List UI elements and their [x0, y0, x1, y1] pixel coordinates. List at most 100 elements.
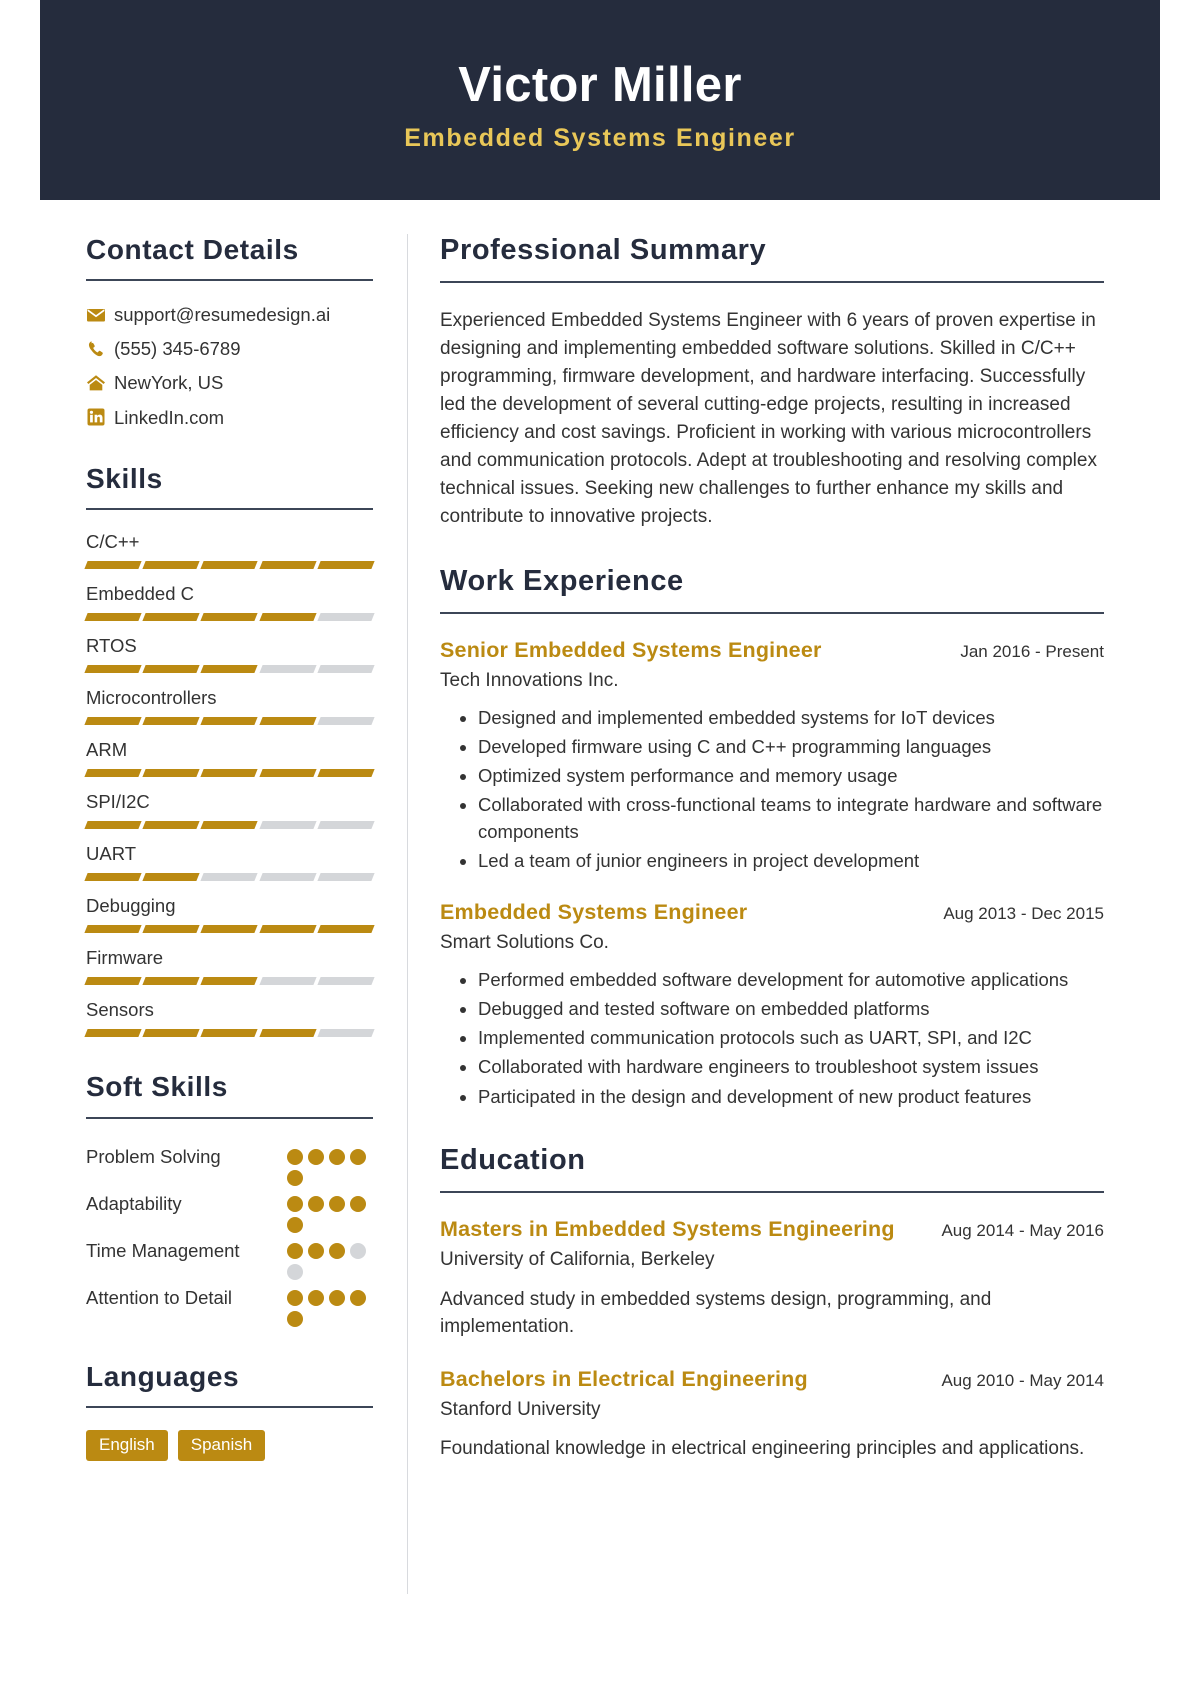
skill-name: ARM: [86, 739, 128, 761]
skill-item: Debugging: [84, 894, 375, 934]
skill-level-bar: [84, 769, 375, 778]
rating-dot: [287, 1216, 303, 1233]
contact-item-location[interactable]: NewYork, US: [86, 371, 373, 394]
list-item: Collaborated with cross-functional teams…: [478, 792, 1104, 845]
linkedin-icon: [86, 407, 114, 427]
summary-section: Professional Summary Experienced Embedde…: [440, 234, 1104, 531]
education-section: Education Masters in Embedded Systems En…: [440, 1144, 1104, 1463]
language-chip[interactable]: Spanish: [177, 1429, 266, 1462]
work-entry-bullets: Designed and implemented embedded system…: [440, 705, 1104, 875]
education-entry-description: Advanced study in embedded systems desig…: [440, 1288, 992, 1338]
skill-name: Microcontrollers: [86, 687, 217, 709]
education-entry-description: Foundational knowledge in electrical eng…: [440, 1438, 1085, 1460]
soft-skill-name: Time Management: [86, 1239, 240, 1261]
work-entry-bullets: Performed embedded software development …: [440, 967, 1104, 1110]
skill-bar-segment: [142, 769, 201, 778]
skill-bar-segment: [84, 821, 142, 830]
skill-bar-segment: [317, 925, 375, 934]
rating-dot: [350, 1289, 366, 1306]
soft-skill-name: Adaptability: [86, 1192, 182, 1214]
skill-bar-segment: [84, 717, 142, 726]
skill-level-bar: [84, 873, 375, 882]
rating-dot: [287, 1310, 303, 1327]
skill-bar-segment: [200, 821, 259, 830]
education-entry-school: University of California, Berkeley: [440, 1249, 715, 1270]
skill-level-bar: [84, 665, 375, 674]
skill-level-bar: [84, 925, 375, 934]
rating-dot: [329, 1195, 345, 1212]
education-entry-header: Bachelors in Electrical Engineering Aug 2…: [440, 1367, 1104, 1393]
contact-item-phone[interactable]: (555) 345-6789: [86, 337, 373, 360]
soft-skill-name: Attention to Detail: [86, 1286, 233, 1308]
skill-bar-segment: [258, 873, 317, 882]
work-entry: Embedded Systems Engineer Aug 2013 - Dec …: [440, 900, 1104, 1110]
contact-heading: Contact Details: [86, 234, 299, 265]
section-divider: [86, 1405, 373, 1408]
skill-level-bar: [84, 612, 375, 621]
soft-skill-rating: [287, 1235, 373, 1280]
rating-dot: [350, 1242, 366, 1259]
resume-body: Contact Details support@resumedesign.ai …: [40, 200, 1160, 1594]
skill-item: ARM: [84, 738, 375, 778]
skill-level-bar: [84, 821, 375, 830]
skill-bar-segment: [200, 717, 259, 726]
skill-name: Firmware: [86, 947, 164, 969]
skill-bar-segment: [142, 873, 201, 882]
skill-level-bar: [84, 977, 375, 986]
education-entry: Masters in Embedded Systems Engineering A…: [440, 1217, 1104, 1341]
rating-dot: [287, 1289, 303, 1306]
rating-dot: [329, 1242, 345, 1259]
rating-dot: [308, 1289, 324, 1306]
resume-header: Victor Miller Embedded Systems Engineer: [40, 0, 1160, 200]
section-divider: [440, 281, 1104, 284]
main-column: Professional Summary Experienced Embedde…: [408, 234, 1160, 1594]
work-entry-header: Embedded Systems Engineer Aug 2013 - Dec …: [440, 900, 1104, 926]
skill-bar-segment: [258, 560, 317, 569]
page-title: Victor Miller: [458, 57, 742, 112]
skill-bar-segment: [317, 560, 375, 569]
contact-item-email[interactable]: support@resumedesign.ai: [86, 303, 373, 326]
education-entry-degree: Bachelors in Electrical Engineering: [440, 1366, 808, 1391]
skill-bar-segment: [142, 717, 201, 726]
skill-bar-segment: [258, 717, 317, 726]
skill-bar-segment: [84, 1029, 142, 1038]
skill-bar-segment: [258, 925, 317, 934]
work-entry-header: Senior Embedded Systems Engineer Jan 2016…: [440, 638, 1104, 664]
soft-skill-name: Problem Solving: [86, 1145, 221, 1167]
skill-name: SPI/I2C: [86, 791, 150, 813]
language-chip[interactable]: English: [86, 1429, 168, 1462]
contact-value: LinkedIn.com: [114, 406, 225, 428]
envelope-icon: [86, 305, 114, 325]
skill-level-bar: [84, 717, 375, 726]
education-heading: Education: [440, 1143, 586, 1176]
skill-bar-segment: [84, 612, 142, 621]
contact-value: NewYork, US: [114, 372, 224, 394]
work-experience-heading: Work Experience: [440, 564, 684, 597]
phone-icon: [86, 339, 114, 359]
education-entry-list: Masters in Embedded Systems Engineering A…: [440, 1217, 1104, 1463]
work-entry-company: Smart Solutions Co.: [440, 931, 609, 953]
skill-bar-segment: [142, 925, 201, 934]
soft-skill-row: Time Management: [86, 1235, 373, 1280]
skill-bar-segment: [200, 560, 259, 569]
work-entry-company: Tech Innovations Inc.: [440, 669, 619, 691]
contact-value: support@resumedesign.ai: [114, 304, 331, 326]
contact-item-linkedin[interactable]: LinkedIn.com: [86, 406, 373, 429]
soft-skills-heading: Soft Skills: [86, 1071, 228, 1103]
skill-bar-segment: [258, 769, 317, 778]
contact-value: (555) 345-6789: [114, 338, 241, 360]
education-entry-header: Masters in Embedded Systems Engineering A…: [440, 1217, 1104, 1243]
work-entry: Senior Embedded Systems Engineer Jan 2016…: [440, 638, 1104, 874]
skill-bar-segment: [200, 873, 259, 882]
skill-bar-segment: [258, 1029, 317, 1038]
summary-heading: Professional Summary: [440, 234, 767, 266]
skill-bar-segment: [317, 1029, 375, 1038]
soft-skill-rating: [287, 1188, 373, 1233]
education-entry-date: Aug 2014 - May 2016: [941, 1221, 1104, 1241]
list-item: Led a team of junior engineers in projec…: [478, 848, 1104, 874]
skill-name: Debugging: [86, 895, 176, 917]
skill-bar-segment: [200, 665, 259, 674]
skill-bar-segment: [142, 1029, 201, 1038]
skill-list: C/C++ Embedded C RTOS Microcontrollers ARM SP…: [84, 530, 375, 1038]
contact-list: support@resumedesign.ai (555) 345-6789 N…: [86, 303, 373, 429]
